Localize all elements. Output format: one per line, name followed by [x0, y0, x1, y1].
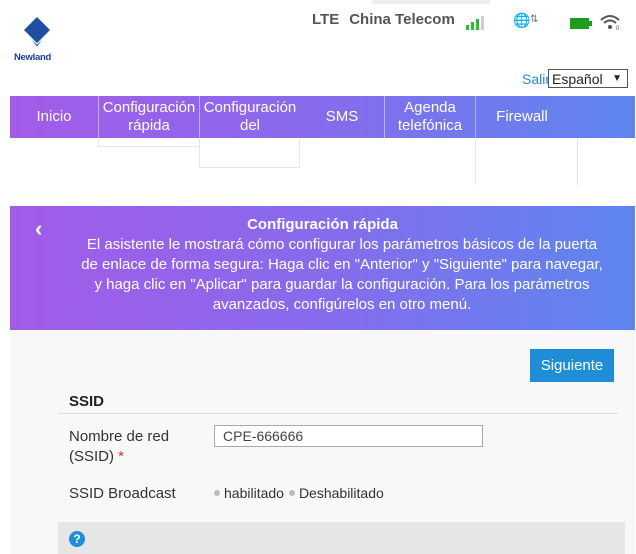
submenu-border	[299, 138, 300, 168]
section-divider	[58, 413, 618, 414]
nav-item-label: SMS	[325, 108, 359, 125]
wizard-description: El asistente le mostrará cómo configurar…	[81, 236, 603, 313]
main-nav: Inicio Configuración rápida Configuració…	[10, 96, 635, 138]
help-bar: ?	[58, 522, 625, 554]
dropdown-arrow-icon: ▼	[612, 73, 622, 84]
internet-globe-icon: 🌐	[513, 12, 531, 28]
nav-item-label: Configuración rápida	[102, 99, 196, 134]
nav-item-sms[interactable]: SMS	[300, 96, 384, 138]
logo-text: Newland	[14, 52, 51, 63]
battery-icon	[570, 18, 592, 29]
submenu-border	[98, 146, 199, 147]
newland-logo-icon	[24, 17, 50, 47]
nav-item-label: Configuración del	[203, 99, 297, 134]
submenu-border	[577, 138, 578, 185]
nav-item-inicio[interactable]: Inicio	[10, 96, 98, 138]
network-name-label: Nombre de red (SSID) *	[69, 427, 209, 467]
radio-disabled-label[interactable]: Deshabilitado	[299, 485, 384, 501]
broadcast-options: habilitado Deshabilitado	[214, 485, 384, 501]
top-strip	[372, 0, 490, 4]
language-select[interactable]: Español ▼	[548, 69, 628, 88]
radio-disabled[interactable]	[288, 490, 295, 496]
radio-enabled-label[interactable]: habilitado	[224, 485, 284, 501]
ssid-input[interactable]	[214, 425, 483, 447]
network-status: LTE China Telecom	[312, 11, 455, 28]
nav-item-label: Agenda telefónica	[397, 99, 463, 134]
nav-item-configuracion-rapida[interactable]: Configuración rápida	[98, 96, 199, 138]
submenu-border	[475, 138, 476, 185]
logout-link[interactable]: Salir	[522, 71, 550, 87]
nav-item-label: Inicio	[36, 108, 72, 125]
signal-strength-icon	[466, 16, 484, 30]
carrier-name: China Telecom	[349, 11, 455, 28]
network-type: LTE	[312, 11, 340, 28]
svg-text:0: 0	[616, 26, 620, 31]
nav-item-configuracion-del[interactable]: Configuración del	[199, 96, 300, 138]
help-icon[interactable]: ?	[69, 531, 85, 547]
radio-enabled[interactable]	[214, 490, 220, 496]
broadcast-label: SSID Broadcast	[69, 485, 176, 502]
wifi-icon: 0	[600, 15, 620, 31]
language-selected: Español	[552, 70, 603, 87]
nav-item-agenda-telefonica[interactable]: Agenda telefónica	[384, 96, 475, 138]
submenu-border	[98, 138, 99, 146]
data-transfer-icon: ⇅	[530, 14, 539, 25]
required-mark: *	[118, 448, 125, 465]
wizard-header: ‹ Configuración rápida El asistente le m…	[10, 206, 635, 330]
nav-item-label: Firewall	[496, 108, 548, 125]
wizard-title: Configuración rápida	[247, 216, 398, 233]
nav-item-firewall[interactable]: Firewall	[475, 96, 568, 138]
submenu-border	[199, 138, 200, 168]
submenu-border	[199, 167, 300, 168]
next-button[interactable]: Siguiente	[530, 349, 614, 382]
section-title: SSID	[69, 393, 105, 410]
